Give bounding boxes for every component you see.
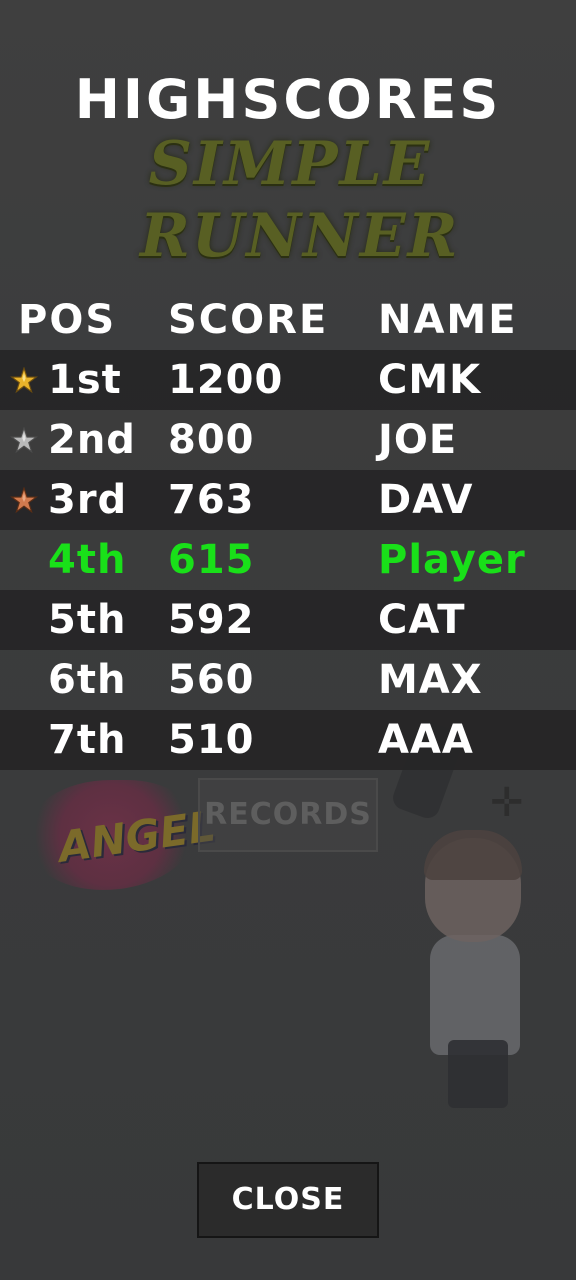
row-score: 592 <box>168 597 255 643</box>
row-position: 3rd <box>48 477 128 523</box>
row-position: 4th <box>48 537 127 583</box>
highscores-screen: SIMPLE RUNNER ANGEL ✛ RECORDS HIGHSCORES… <box>0 0 576 1280</box>
table-row: 5th 592 CAT <box>0 590 576 650</box>
row-score: 560 <box>168 657 255 703</box>
row-position: 1st <box>48 357 122 403</box>
row-position: 7th <box>48 717 127 763</box>
header-name: NAME <box>378 297 518 343</box>
row-name: DAV <box>378 477 474 523</box>
row-name: Player <box>378 537 526 583</box>
game-logo-line1: SIMPLE <box>148 129 432 199</box>
bronze-star-icon <box>10 487 38 514</box>
table-row: 3rd 763 DAV <box>0 470 576 530</box>
character-body <box>430 935 520 1055</box>
game-logo: SIMPLE RUNNER <box>140 128 460 272</box>
table-row: 6th 560 MAX <box>0 650 576 710</box>
silver-star-icon <box>10 427 38 454</box>
table-row: 1st 1200 CMK <box>0 350 576 410</box>
row-score: 510 <box>168 717 255 763</box>
close-button[interactable]: CLOSE <box>197 1162 379 1238</box>
game-logo-line2: RUNNER <box>140 201 460 271</box>
highscore-table: 1st 1200 CMK 2nd 800 JOE 3rd 763 DAV 4th… <box>0 350 576 770</box>
header-score: SCORE <box>168 297 329 343</box>
table-row: 2nd 800 JOE <box>0 410 576 470</box>
row-name: CMK <box>378 357 482 403</box>
row-position: 2nd <box>48 417 136 463</box>
table-header: POS SCORE NAME <box>0 290 576 350</box>
row-score: 1200 <box>168 357 284 403</box>
gold-star-icon <box>10 367 38 394</box>
row-name: JOE <box>378 417 458 463</box>
row-score: 763 <box>168 477 255 523</box>
table-row: 7th 510 AAA <box>0 710 576 770</box>
header-pos: POS <box>18 297 117 343</box>
records-button-background: RECORDS <box>198 778 378 852</box>
row-score: 800 <box>168 417 255 463</box>
row-name: CAT <box>378 597 466 643</box>
row-position: 5th <box>48 597 127 643</box>
row-name: MAX <box>378 657 483 703</box>
character-legs <box>448 1040 508 1108</box>
row-name: AAA <box>378 717 474 763</box>
page-title: HIGHSCORES <box>74 68 502 131</box>
crosshair-icon: ✛ <box>490 780 524 826</box>
row-score: 615 <box>168 537 255 583</box>
row-position: 6th <box>48 657 127 703</box>
character-hair <box>424 830 522 880</box>
table-row-player: 4th 615 Player <box>0 530 576 590</box>
